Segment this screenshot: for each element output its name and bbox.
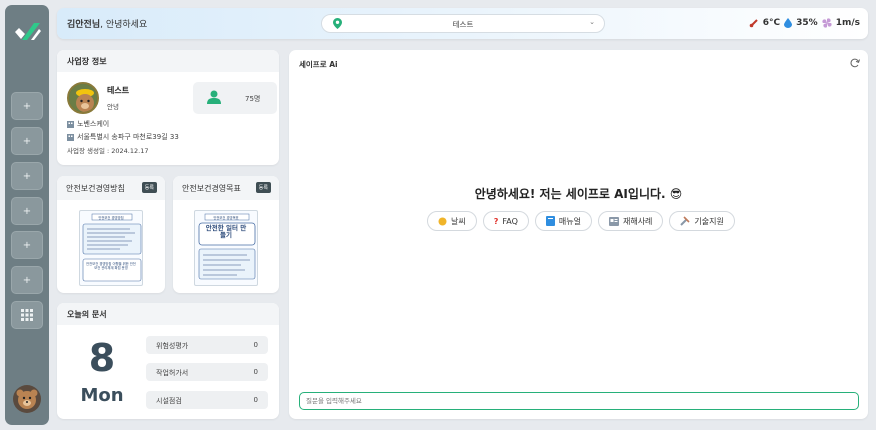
tools-icon (680, 216, 690, 226)
greeting-name: 김안전님 (67, 20, 101, 30)
site-select[interactable]: 테스트 ⌄ (321, 14, 605, 33)
chip-label: 재해사례 (622, 216, 653, 226)
site-name: 테스트 (107, 86, 130, 95)
safety-goal-title: 안전보건경영목표 (182, 184, 241, 193)
humidity: 35% (796, 18, 818, 28)
site-select-value: 테스트 (452, 20, 474, 29)
plus-icon: + (22, 170, 32, 182)
chat-welcome-text: 안녕하세요! 저는 세이프로 AI입니다. (474, 187, 666, 201)
chip-faq[interactable]: ? FAQ (482, 211, 529, 231)
chat-title: 세이프로 Ai (299, 60, 338, 69)
chip-accident-cases[interactable]: 재해사례 (597, 211, 664, 231)
doc-row-label: 작업허가서 (156, 369, 189, 377)
rail-add-button-6[interactable]: + (11, 266, 43, 294)
site-info-card: 사업장 정보 테스트 안녕 75명 노벤스케이 서울특별시 송파구 마천로39길… (57, 50, 279, 165)
refresh-icon[interactable] (850, 58, 860, 70)
chat-suggestion-chips: 날씨 ? FAQ 매뉴얼 재해사례 기술지원 (427, 211, 735, 231)
site-avatar (67, 82, 99, 114)
wind-speed: 1m/s (835, 18, 860, 28)
building-icon (67, 120, 74, 128)
company-row: 노벤스케이 (67, 119, 109, 129)
chip-weather[interactable]: 날씨 (427, 211, 477, 231)
doc-row-label: 시설점검 (156, 397, 182, 405)
chevron-down-icon: ⌄ (589, 18, 595, 26)
today-docs-title: 오늘의 문서 (57, 303, 279, 325)
greeting-text: , 안녕하세요 (100, 20, 148, 30)
site-role: 안녕 (107, 103, 119, 111)
chip-label: FAQ (502, 216, 518, 226)
plus-icon: + (22, 274, 32, 286)
rail-add-button-4[interactable]: + (11, 197, 43, 225)
worker-count-box: 75명 (193, 82, 277, 114)
goal-poster-headline: 안전한 일터 만들기 (205, 224, 247, 240)
doc-row-count: 0 (253, 368, 258, 376)
chat-panel: 세이프로 Ai 안녕하세요! 저는 세이프로 AI입니다. 😎 날씨 ? FAQ… (289, 50, 868, 419)
grid-icon (21, 309, 33, 321)
register-badge[interactable]: 등록 (255, 182, 271, 193)
today-day: 8 (88, 336, 116, 380)
doc-row-count: 0 (253, 341, 258, 349)
book-icon (545, 216, 555, 226)
plus-icon: + (22, 205, 32, 217)
site-created-date: 사업장 생성일 : 2024.12.17 (67, 147, 149, 155)
greeting: 김안전님, 안녕하세요 (67, 17, 147, 30)
rail-add-button-3[interactable]: + (11, 162, 43, 190)
register-badge[interactable]: 등록 (141, 182, 157, 193)
rail-add-button-5[interactable]: + (11, 231, 43, 259)
sunglasses-emoji-icon: 😎 (669, 187, 683, 201)
wind-icon (822, 18, 832, 28)
doc-row-count: 0 (253, 396, 258, 404)
user-avatar[interactable] (13, 385, 41, 413)
plus-icon: + (22, 239, 32, 251)
chip-label: 매뉴얼 (558, 216, 581, 226)
goal-poster[interactable]: 안전보건 경영목표 안전한 일터 만들기 (194, 210, 258, 286)
address-row: 서울특별시 송파구 마천로39길 33 (67, 132, 179, 142)
doc-row-work-permit[interactable]: 작업허가서 0 (146, 363, 268, 381)
question-icon: ? (493, 216, 499, 226)
top-bar: 김안전님, 안녕하세요 테스트 ⌄ 6°C 35% 1m/s (57, 8, 868, 39)
doc-row-risk-assessment[interactable]: 위험성평가 0 (146, 336, 268, 354)
chip-manual[interactable]: 매뉴얼 (534, 211, 592, 231)
plus-icon: + (22, 100, 32, 112)
doc-row-label: 위험성평가 (156, 342, 189, 350)
droplet-icon (784, 18, 793, 28)
chat-welcome: 안녕하세요! 저는 세이프로 AI입니다. 😎 (289, 185, 868, 202)
site-info-title: 사업장 정보 (57, 50, 279, 72)
site-address: 서울특별시 송파구 마천로39길 33 (77, 133, 179, 141)
policy-poster-footer: 안전보건 경영방침 이행을 위한 안전보건 관리체계 확립 운영 (86, 262, 136, 271)
safety-policy-card[interactable]: 안전보건경영방침 등록 안전보건 경영방침 안전보건 경영방침 이행을 위한 안… (57, 176, 165, 293)
policy-poster-title: 안전보건 경영방침 (98, 216, 124, 220)
sun-icon (438, 217, 447, 225)
today-docs-card: 오늘의 문서 8 Mon 위험성평가 0 작업허가서 0 시설점검 0 (57, 303, 279, 419)
worker-count: 75명 (245, 95, 261, 103)
chip-label: 기술지원 (694, 216, 724, 226)
safety-policy-title: 안전보건경영방침 (66, 184, 125, 193)
chip-label: 날씨 (451, 216, 466, 226)
safety-policy-header: 안전보건경영방침 등록 (57, 176, 165, 200)
person-icon (207, 90, 221, 106)
chip-tech-support[interactable]: 기술지원 (669, 211, 735, 231)
sidebar-rail: + + + + + + (5, 5, 49, 425)
doc-row-facility-inspection[interactable]: 시설점검 0 (146, 391, 268, 409)
building-icon (67, 133, 74, 141)
rail-apps-button[interactable] (11, 301, 43, 329)
company-name: 노벤스케이 (77, 120, 110, 128)
chat-input[interactable] (299, 392, 859, 410)
temperature: 6°C (762, 18, 781, 28)
weather-widget: 6°C 35% 1m/s (749, 18, 860, 28)
thermometer-icon (749, 19, 758, 28)
policy-poster[interactable]: 안전보건 경영방침 안전보건 경영방침 이행을 위한 안전보건 관리체계 확립 … (79, 210, 143, 286)
plus-icon: + (22, 135, 32, 147)
rail-add-button-2[interactable]: + (11, 127, 43, 155)
rail-add-button-1[interactable]: + (11, 92, 43, 120)
goal-poster-title: 안전보건 경영목표 (213, 216, 239, 220)
safety-goal-header: 안전보건경영목표 등록 (173, 176, 279, 200)
newspaper-icon (608, 216, 619, 226)
app-logo[interactable] (12, 17, 42, 45)
safety-goal-card[interactable]: 안전보건경영목표 등록 안전보건 경영목표 안전한 일터 만들기 (173, 176, 279, 293)
today-weekday: Mon (80, 385, 124, 406)
